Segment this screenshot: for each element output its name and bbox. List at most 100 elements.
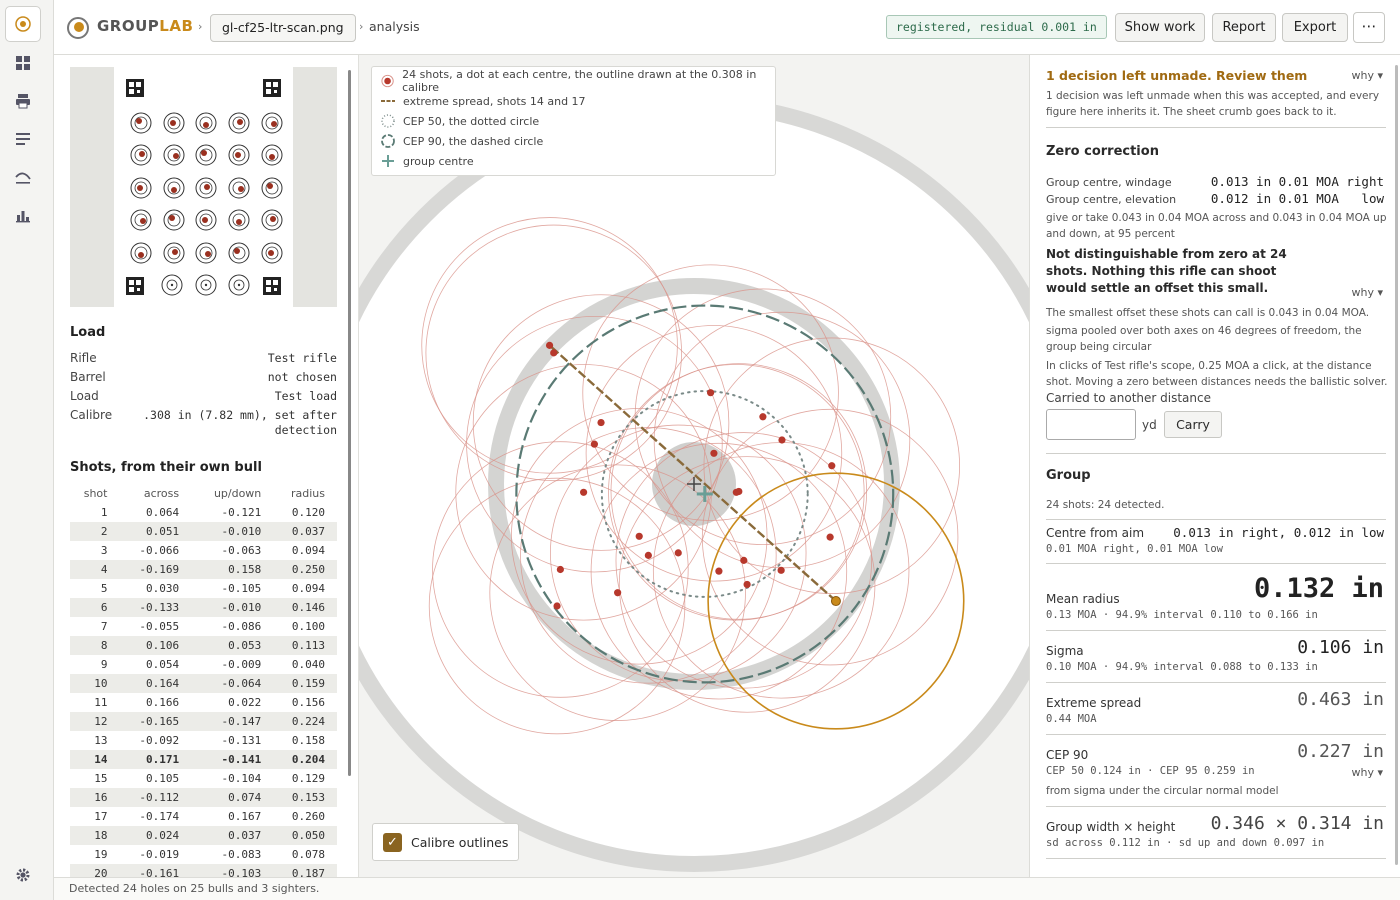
- cell-updown: -0.121: [221, 506, 262, 519]
- legend-cep90: CEP 90, the dashed circle: [380, 132, 543, 150]
- table-row[interactable]: 15 0.105 -0.104 0.129: [70, 769, 337, 788]
- right-panel: 1 decision left unmade. Review them why …: [1029, 55, 1400, 877]
- shot-13[interactable]: [614, 589, 622, 597]
- print-icon[interactable]: [5, 83, 41, 119]
- extreme-spread-label: Extreme spread: [1046, 696, 1142, 710]
- decision-why-toggle[interactable]: why ▾: [1352, 69, 1384, 82]
- cell-updown: -0.105: [221, 582, 262, 595]
- cell-across: -0.112: [119, 788, 192, 807]
- shot-20[interactable]: [556, 565, 564, 574]
- table-row[interactable]: 5 0.030 -0.105 0.094: [70, 579, 337, 598]
- mean-radius-sub: 0.13 MOA · 94.9% interval 0.110 to 0.166…: [1046, 609, 1318, 621]
- bull-icon: [195, 177, 217, 199]
- cell-radius: 0.153: [273, 788, 337, 807]
- zero-why-toggle[interactable]: why ▾: [1352, 286, 1384, 299]
- sheet-thumbnail[interactable]: [70, 67, 337, 307]
- table-row[interactable]: 14 0.171 -0.141 0.204: [70, 750, 337, 769]
- left-panel-scrollbar[interactable]: [348, 70, 351, 776]
- report-button[interactable]: Report: [1212, 13, 1276, 42]
- divider: [1046, 806, 1386, 807]
- shot-5[interactable]: [715, 567, 723, 575]
- shot-14[interactable]: [830, 596, 841, 607]
- shot-23[interactable]: [740, 556, 748, 564]
- col-updown: up/down: [213, 486, 262, 500]
- table-row[interactable]: 20 -0.161 -0.103 0.187: [70, 864, 337, 877]
- carry-distance-input[interactable]: [1046, 409, 1136, 440]
- cell-radius: 0.158: [291, 734, 325, 747]
- shot-10[interactable]: [826, 533, 834, 541]
- shot-8[interactable]: [778, 436, 786, 444]
- width-height-value: 0.346 × 0.314 in: [1210, 813, 1384, 834]
- table-row[interactable]: 9 0.054 -0.009 0.040: [70, 655, 337, 674]
- target-icon[interactable]: [5, 6, 41, 42]
- table-row[interactable]: 16 -0.112 0.074 0.153: [70, 788, 337, 807]
- cell-shot: 6: [70, 598, 120, 617]
- decision-link[interactable]: 1 decision left unmade. Review them: [1046, 68, 1307, 83]
- table-row[interactable]: 11 0.166 0.022 0.156: [70, 693, 337, 712]
- cell-updown: -0.147: [191, 712, 274, 731]
- shot-16[interactable]: [597, 418, 605, 427]
- shot-15[interactable]: [777, 566, 785, 574]
- shot-3[interactable]: [635, 532, 643, 540]
- table-row[interactable]: 2 0.051 -0.010 0.037: [70, 522, 337, 541]
- right-panel-scrollbar[interactable]: [1395, 65, 1398, 865]
- windage-label: Group centre, windage: [1046, 176, 1172, 189]
- grid-icon[interactable]: [5, 45, 41, 81]
- shot-4[interactable]: [550, 349, 558, 357]
- cell-across: -0.174: [139, 810, 180, 823]
- table-row[interactable]: 7 -0.055 -0.086 0.100: [70, 617, 337, 636]
- extreme-line-icon: [381, 100, 395, 102]
- table-row[interactable]: 12 -0.165 -0.147 0.224: [70, 712, 337, 731]
- table-row[interactable]: 6 -0.133 -0.010 0.146: [70, 598, 337, 617]
- cep-why-toggle[interactable]: why ▾: [1352, 766, 1384, 779]
- shot-12[interactable]: [553, 602, 561, 610]
- shot-1[interactable]: [743, 580, 751, 589]
- cell-radius: 0.094: [291, 582, 325, 595]
- table-row[interactable]: 13 -0.092 -0.131 0.158: [70, 731, 337, 750]
- table-row[interactable]: 4 -0.169 0.158 0.250: [70, 560, 337, 579]
- shot-11[interactable]: [828, 462, 836, 470]
- export-button[interactable]: Export: [1282, 13, 1348, 42]
- shot-21[interactable]: [707, 389, 715, 397]
- carry-button[interactable]: Carry: [1164, 411, 1222, 438]
- divider: [1046, 127, 1386, 128]
- mean-radius-label: Mean radius: [1046, 592, 1120, 606]
- sighter-bull-icon: [161, 274, 183, 296]
- shot-17[interactable]: [545, 341, 554, 349]
- plot-legend: 24 shots, a dot at each centre, the outl…: [371, 66, 776, 176]
- load-label-rifle: Rifle: [70, 351, 97, 365]
- table-row[interactable]: 19 -0.019 -0.083 0.078: [70, 845, 337, 864]
- bar-chart-icon[interactable]: [5, 197, 41, 233]
- gear-icon[interactable]: [5, 857, 41, 893]
- cell-radius: 0.159: [273, 674, 337, 693]
- bull-icon: [130, 144, 152, 166]
- qr-code-icon: [126, 277, 144, 295]
- calibre-outlines-toggle[interactable]: ✓ Calibre outlines: [372, 823, 520, 861]
- table-row[interactable]: 10 0.164 -0.064 0.159: [70, 674, 337, 693]
- shot-19[interactable]: [674, 549, 682, 557]
- shot-24[interactable]: [590, 440, 598, 448]
- shot-6[interactable]: [580, 488, 588, 496]
- table-row[interactable]: 3 -0.066 -0.063 0.094: [70, 541, 337, 560]
- cell-radius: 0.120: [291, 506, 325, 519]
- table-row[interactable]: 18 0.024 0.037 0.050: [70, 826, 337, 845]
- cell-shot: 15: [94, 772, 108, 785]
- shot-22[interactable]: [759, 413, 767, 421]
- cell-across: 0.024: [119, 826, 192, 845]
- breadcrumb-file[interactable]: gl-cf25-ltr-scan.png: [210, 14, 356, 42]
- bull-icon: [130, 177, 152, 199]
- table-row[interactable]: 1 0.064 -0.121 0.120: [70, 503, 337, 522]
- cell-across: -0.055: [139, 620, 180, 633]
- shot-7[interactable]: [644, 551, 652, 559]
- table-row[interactable]: 17 -0.174 0.167 0.260: [70, 807, 337, 826]
- divider: [1046, 682, 1386, 683]
- group-plot[interactable]: [359, 55, 1029, 877]
- checkbox-checked-icon[interactable]: ✓: [383, 832, 402, 852]
- shot-18[interactable]: [710, 449, 718, 457]
- more-button[interactable]: ⋯: [1353, 12, 1385, 43]
- list-icon[interactable]: [5, 121, 41, 157]
- show-work-button[interactable]: Show work: [1115, 13, 1205, 42]
- curve-icon[interactable]: [5, 159, 41, 195]
- table-row[interactable]: 8 0.106 0.053 0.113: [70, 636, 337, 655]
- shot-9[interactable]: [735, 487, 743, 496]
